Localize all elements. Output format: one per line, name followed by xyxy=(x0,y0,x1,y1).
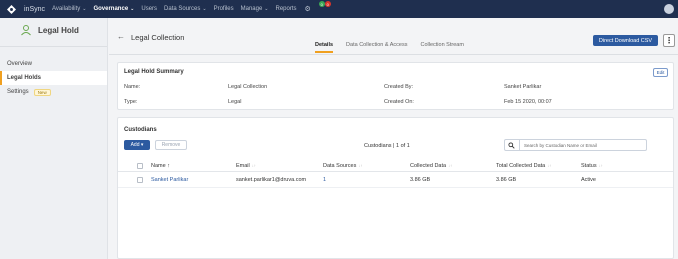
new-badge: New xyxy=(33,88,51,96)
sidebar-item-overview[interactable]: Overview xyxy=(0,57,107,71)
top-navbar: inSync Availability ⌄ Governance ⌄ Users D… xyxy=(0,0,678,18)
nav-users[interactable]: Users xyxy=(141,6,157,12)
select-all-checkbox[interactable] xyxy=(137,163,143,169)
column-header-total-collected-data[interactable]: Total Collected Data ↓↑ xyxy=(496,163,551,169)
legal-hold-summary-card: Legal Hold Summary Edit Name: Legal Coll… xyxy=(117,62,674,110)
name-value: Legal Collection xyxy=(228,84,268,90)
tab-details[interactable]: Details xyxy=(315,42,334,53)
sidebar: Legal Hold Overview Legal Holds Settings… xyxy=(0,18,108,259)
tab-data-collection-access[interactable]: Data Collection & Access xyxy=(346,42,407,53)
custodian-data-sources-link[interactable]: 1 xyxy=(323,177,326,183)
table-row: Sanket Parlikar sanket.parlikar1@druva.c… xyxy=(118,174,673,188)
column-header-email[interactable]: Email ↓↑ xyxy=(236,163,256,169)
header-divider xyxy=(109,54,678,55)
gear-icon[interactable]: ⚙ xyxy=(305,5,311,13)
direct-download-csv-button[interactable]: Direct Download CSV xyxy=(593,35,658,46)
column-header-status[interactable]: Status ↓↑ xyxy=(581,163,603,169)
back-arrow-icon[interactable]: ← xyxy=(117,32,125,41)
nav-data-sources[interactable]: Data Sources ⌄ xyxy=(164,6,207,12)
remove-button[interactable]: Remove xyxy=(155,140,187,150)
more-options-button[interactable]: ⋮ xyxy=(663,34,675,47)
name-label: Name: xyxy=(124,84,141,90)
search-icon xyxy=(508,142,515,149)
druva-logo-icon[interactable] xyxy=(6,4,16,14)
custodian-collected-data: 3.86 GB xyxy=(410,177,431,183)
nav-profiles[interactable]: Profiles xyxy=(214,6,234,12)
user-avatar-icon[interactable] xyxy=(664,4,674,14)
type-value: Legal xyxy=(228,99,242,105)
sidebar-header: Legal Hold xyxy=(0,18,107,42)
created-on-label: Created On: xyxy=(384,99,414,105)
created-on-value: Feb 15 2020, 00:07 xyxy=(504,99,552,105)
row-checkbox[interactable] xyxy=(137,177,143,183)
tab-collection-stream[interactable]: Collection Stream xyxy=(421,42,464,53)
page-header: ← Legal Collection Details Data Collecti… xyxy=(109,18,678,54)
custodians-title: Custodians xyxy=(124,127,157,133)
nav-reports[interactable]: Reports xyxy=(276,6,297,12)
type-label: Type: xyxy=(124,99,138,105)
nav-governance[interactable]: Governance ⌄ xyxy=(93,6,134,12)
created-by-value: Sanket Parlikar xyxy=(504,84,542,90)
custodian-email: sanket.parlikar1@druva.com xyxy=(236,177,307,183)
sidebar-divider xyxy=(0,46,107,47)
column-header-collected-data[interactable]: Collected Data ↓↑ xyxy=(410,163,452,169)
sidebar-title: Legal Hold xyxy=(38,25,79,35)
tabs: Details Data Collection & Access Collect… xyxy=(315,42,477,53)
search-input[interactable]: Search by Custodian Name or Email xyxy=(504,139,647,151)
custodians-card: Custodians Add ▾ Remove Custodians | 1 o… xyxy=(117,117,674,259)
custodian-name-link[interactable]: Sanket Parlikar xyxy=(151,177,188,183)
custodian-status: Active xyxy=(581,177,596,183)
search-separator xyxy=(519,140,520,150)
add-button[interactable]: Add ▾ xyxy=(124,140,150,150)
brand-name[interactable]: inSync xyxy=(24,6,45,13)
column-header-data-sources[interactable]: Data Sources ↓↑ xyxy=(323,163,362,169)
nav-manage[interactable]: Manage ⌄ xyxy=(241,6,269,12)
notification-badge-green: 0 xyxy=(318,1,325,7)
page-title: Legal Collection xyxy=(131,33,185,42)
notifications-icon[interactable]: 0 0 xyxy=(317,1,331,13)
nav-availability[interactable]: Availability ⌄ xyxy=(52,6,86,12)
main-content: ← Legal Collection Details Data Collecti… xyxy=(109,18,678,259)
notification-badge-red: 0 xyxy=(324,1,331,7)
sidebar-item-settings[interactable]: Settings New xyxy=(0,85,107,99)
custodians-count: Custodians | 1 of 1 xyxy=(364,143,410,149)
search-placeholder: Search by Custodian Name or Email xyxy=(524,143,597,148)
table-header: Name ↑ Email ↓↑ Data Sources ↓↑ Collected … xyxy=(118,160,673,172)
custodian-total-collected-data: 3.86 GB xyxy=(496,177,517,183)
sidebar-item-legal-holds[interactable]: Legal Holds xyxy=(0,71,107,85)
summary-title: Legal Hold Summary xyxy=(124,69,184,75)
created-by-label: Created By: xyxy=(384,84,414,90)
column-header-name[interactable]: Name ↑ xyxy=(151,163,170,169)
edit-button[interactable]: Edit xyxy=(653,68,668,77)
legal-hold-icon xyxy=(21,25,31,36)
